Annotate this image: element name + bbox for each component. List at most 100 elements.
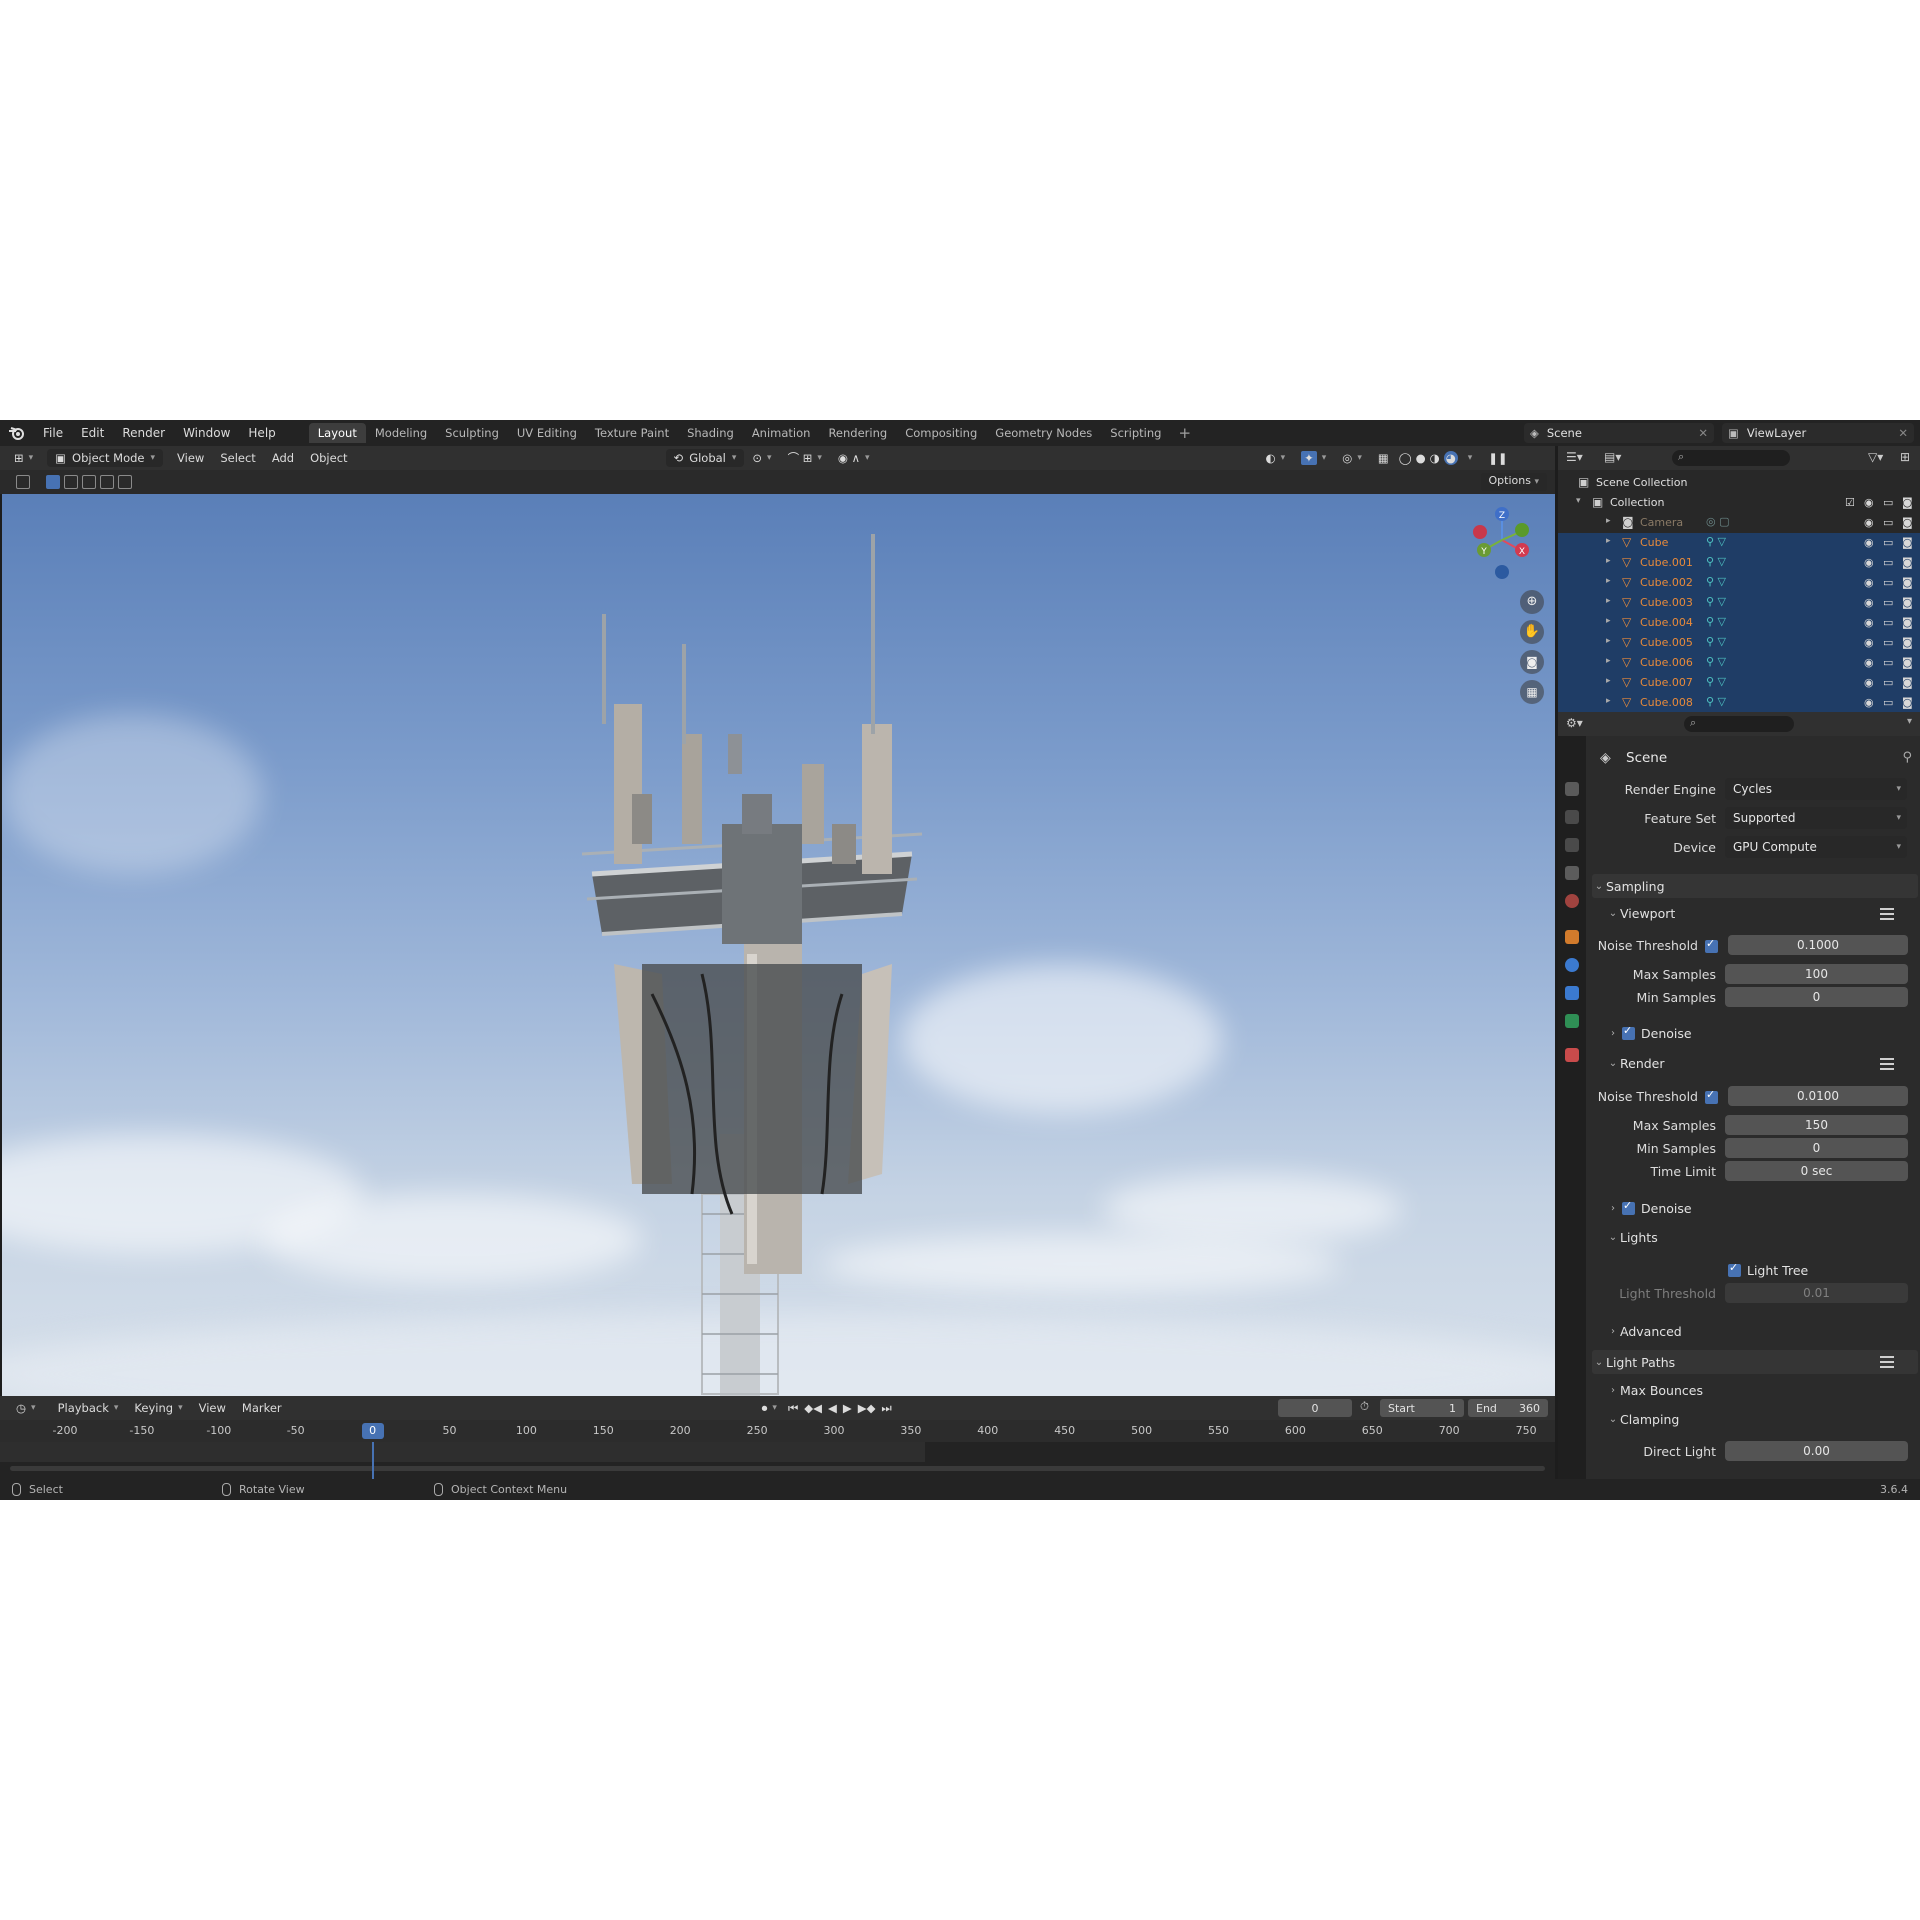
render-denoise-subpanel[interactable]: › Denoise xyxy=(1606,1197,1692,1219)
menu-window[interactable]: Window xyxy=(174,426,239,440)
presets-list-icon[interactable] xyxy=(1880,908,1894,920)
monitor-icon[interactable]: ▭ xyxy=(1883,496,1895,509)
camera-render-icon[interactable]: ◙ xyxy=(1902,596,1914,609)
view-layer-selector[interactable]: ▣ ViewLayer ✕ xyxy=(1722,423,1914,443)
camera-data-icon[interactable]: ◎ ▢ xyxy=(1706,515,1730,528)
current-frame-indicator[interactable]: 0 xyxy=(361,1423,384,1439)
start-frame-field[interactable]: Start 1 xyxy=(1380,1399,1464,1417)
properties-search-input[interactable]: ⌕ xyxy=(1684,716,1794,732)
light-tree-checkbox[interactable] xyxy=(1728,1261,1741,1277)
outliner-item-cube-001[interactable]: ▸ ▽ Cube.001 ⚲ ▽ ◉ ▭ ◙ xyxy=(1558,553,1920,573)
monitor-icon[interactable]: ▭ xyxy=(1883,596,1895,609)
render-tab-icon[interactable] xyxy=(1565,782,1579,796)
timeline-editor-type-icon[interactable]: ◷ ▾ xyxy=(8,1401,44,1415)
device-dropdown[interactable]: GPU Compute ▾ xyxy=(1725,836,1907,858)
modifier-tab-icon[interactable] xyxy=(1565,958,1579,972)
eye-icon[interactable]: ◉ xyxy=(1864,496,1876,509)
tab-sculpting[interactable]: Sculpting xyxy=(436,423,508,443)
select-mode-extend-icon[interactable] xyxy=(64,475,78,489)
menu-add[interactable]: Add xyxy=(264,451,302,465)
object-tab-icon[interactable] xyxy=(1565,930,1579,944)
render-noise-threshold-field[interactable]: 0.0100 xyxy=(1728,1086,1908,1106)
timeline-scrollbar[interactable] xyxy=(10,1466,1545,1471)
playhead[interactable] xyxy=(371,1442,374,1479)
chevron-down-icon[interactable]: ▾ xyxy=(1907,716,1912,727)
outliner-item-cube-008[interactable]: ▸ ▽ Cube.008 ⚲ ▽ ◉ ▭ ◙ xyxy=(1558,693,1920,713)
shading-options-icon[interactable]: ▾ xyxy=(1460,453,1481,463)
monitor-icon[interactable]: ▭ xyxy=(1883,636,1895,649)
pause-render-icon[interactable]: ❚❚ xyxy=(1480,451,1515,465)
frame-ruler[interactable]: -200 -150 -100 -50 0 50 100 150 200 250 300 350 400 4… xyxy=(0,1420,1555,1442)
select-tool-icon[interactable] xyxy=(16,475,30,489)
light-threshold-field[interactable]: 0.01 xyxy=(1725,1283,1908,1303)
camera-render-icon[interactable]: ◙ xyxy=(1902,676,1914,689)
xray-icon[interactable]: ▦ xyxy=(1370,451,1397,465)
pivot-icon[interactable]: ⊙ ▾ xyxy=(744,451,779,465)
scene-collection-row[interactable]: ▣ Scene Collection xyxy=(1558,473,1920,493)
orientation-dropdown[interactable]: ⟲ Global ▾ xyxy=(665,449,745,467)
camera-render-icon[interactable]: ◙ xyxy=(1902,516,1914,529)
tab-animation[interactable]: Animation xyxy=(743,423,820,443)
menu-select[interactable]: Select xyxy=(212,451,263,465)
outliner-item-cube-006[interactable]: ▸ ▽ Cube.006 ⚲ ▽ ◉ ▭ ◙ xyxy=(1558,653,1920,673)
select-mode-subtract-icon[interactable] xyxy=(82,475,96,489)
modifier-mesh-data-icon[interactable]: ⚲ ▽ xyxy=(1706,615,1726,628)
cell-tower-model[interactable] xyxy=(2,494,1555,1396)
timeline-track-area[interactable] xyxy=(0,1442,1555,1479)
blender-logo-icon[interactable] xyxy=(0,420,34,446)
lights-subpanel-header[interactable]: ⌄ Lights xyxy=(1606,1226,1658,1248)
chevron-down-icon[interactable]: ▾ xyxy=(1576,496,1581,506)
chevron-right-icon[interactable]: ▸ xyxy=(1606,656,1611,666)
chevron-right-icon[interactable]: ▸ xyxy=(1606,556,1611,566)
play-icon[interactable]: ▶ xyxy=(840,1401,855,1415)
tab-scripting[interactable]: Scripting xyxy=(1101,423,1170,443)
chevron-right-icon[interactable]: ▸ xyxy=(1606,516,1611,526)
scene-close-icon[interactable]: ✕ xyxy=(1698,426,1708,440)
output-tab-icon[interactable] xyxy=(1565,810,1579,824)
outliner-item-cube-002[interactable]: ▸ ▽ Cube.002 ⚲ ▽ ◉ ▭ ◙ xyxy=(1558,573,1920,593)
mode-dropdown[interactable]: ▣ Object Mode ▾ xyxy=(47,449,164,467)
select-mode-new-icon[interactable] xyxy=(46,475,60,489)
view-layer-tab-icon[interactable] xyxy=(1565,838,1579,852)
render-min-samples-field[interactable]: 0 xyxy=(1725,1138,1908,1158)
select-mode-intersect-icon[interactable] xyxy=(118,475,132,489)
monitor-icon[interactable]: ▭ xyxy=(1883,656,1895,669)
modifier-mesh-data-icon[interactable]: ⚲ ▽ xyxy=(1706,595,1726,608)
tab-modeling[interactable]: Modeling xyxy=(366,423,436,443)
monitor-icon[interactable]: ▭ xyxy=(1883,536,1895,549)
tab-shading[interactable]: Shading xyxy=(678,423,743,443)
visibility-icon[interactable]: ◐ ▾ xyxy=(1258,451,1294,465)
tab-compositing[interactable]: Compositing xyxy=(896,423,986,443)
zoom-icon[interactable]: ⊕ xyxy=(1520,590,1544,614)
monitor-icon[interactable]: ▭ xyxy=(1883,556,1895,569)
viewport-noise-threshold-checkbox[interactable] xyxy=(1705,937,1718,953)
max-bounces-subpanel-header[interactable]: › Max Bounces xyxy=(1606,1379,1703,1401)
camera-render-icon[interactable]: ◙ xyxy=(1902,496,1914,509)
view-layer-close-icon[interactable]: ✕ xyxy=(1898,426,1908,440)
viewport-subpanel-header[interactable]: ⌄ Viewport xyxy=(1606,902,1676,924)
options-dropdown[interactable]: Options ▾ xyxy=(1480,473,1547,491)
eye-icon[interactable]: ◉ xyxy=(1864,636,1876,649)
direct-light-field[interactable]: 0.00 xyxy=(1725,1441,1908,1461)
next-keyframe-icon[interactable]: ▶◆ xyxy=(855,1401,879,1415)
physics-tab-icon[interactable] xyxy=(1565,986,1579,1000)
viewport-min-samples-field[interactable]: 0 xyxy=(1725,987,1908,1007)
tab-layout[interactable]: Layout xyxy=(308,423,366,443)
scene-tab-icon[interactable] xyxy=(1565,866,1579,880)
shading-solid-icon[interactable]: ● xyxy=(1414,451,1428,465)
outliner-search-input[interactable]: ⌕ xyxy=(1672,450,1790,466)
snap-icon[interactable]: ⌒ ⊞ ▾ xyxy=(780,450,830,466)
presets-list-icon[interactable] xyxy=(1880,1356,1894,1368)
shading-wireframe-icon[interactable]: ◯ xyxy=(1397,451,1414,465)
proportional-edit-icon[interactable]: ◉ ∧ ▾ xyxy=(830,451,878,465)
viewport-denoise-checkbox[interactable] xyxy=(1622,1024,1635,1040)
shading-material-icon[interactable]: ◑ xyxy=(1428,451,1442,465)
render-max-samples-field[interactable]: 150 xyxy=(1725,1115,1908,1135)
camera-render-icon[interactable]: ◙ xyxy=(1902,656,1914,669)
pin-icon[interactable]: ⚲ xyxy=(1902,750,1912,765)
end-frame-field[interactable]: End 360 xyxy=(1468,1399,1548,1417)
navigation-gizmo[interactable]: Z Y X xyxy=(1462,506,1542,586)
outliner-item-cube-007[interactable]: ▸ ▽ Cube.007 ⚲ ▽ ◉ ▭ ◙ xyxy=(1558,673,1920,693)
stopwatch-icon[interactable]: ⏱ xyxy=(1360,1399,1369,1414)
outliner-item-camera[interactable]: ▸ ◙ Camera ◎ ▢ ◉ ▭ ◙ xyxy=(1558,513,1920,533)
